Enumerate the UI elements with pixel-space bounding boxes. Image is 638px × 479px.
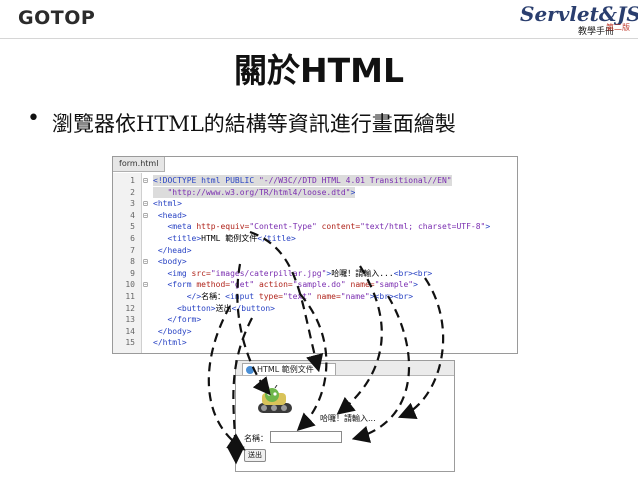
- code-text: </html>: [153, 338, 187, 348]
- line-number: 9: [130, 268, 135, 278]
- line-number: 13: [125, 315, 135, 325]
- line-number: 7: [130, 245, 135, 255]
- code-line: 15 </html>: [113, 337, 515, 348]
- browser-tab[interactable]: HTML 範例文件: [242, 363, 336, 375]
- code-line: 5 <meta http-equiv="Content-Type" conten…: [113, 221, 515, 232]
- caterpillar-image: [258, 385, 292, 413]
- code-text: </body>: [157, 326, 192, 336]
- fold-toggle-icon[interactable]: ⊟: [143, 279, 148, 290]
- code-line: 11 </>名稱：<input type="text" name="name">…: [113, 291, 515, 302]
- editor-tab[interactable]: form.html: [113, 157, 166, 172]
- book-logo: Servlet&JSP 教學手冊 第二版: [520, 2, 638, 37]
- page-icon: [246, 366, 254, 374]
- browser-tab-label: HTML 範例文件: [257, 365, 314, 374]
- fold-toggle-icon[interactable]: ⊟: [143, 175, 148, 186]
- code-text: <form method="get" action="sample.do" na…: [167, 280, 418, 290]
- line-number: 15: [125, 338, 135, 348]
- browser-tab-bar: HTML 範例文件: [236, 361, 454, 376]
- code-line: 13 </form>: [113, 314, 515, 325]
- code-line: 3 ⊟ <html>: [113, 198, 515, 209]
- fold-toggle-icon[interactable]: ⊟: [143, 198, 148, 209]
- name-label: 名稱：: [244, 434, 268, 443]
- book-logo-edition: 第二版: [606, 23, 630, 32]
- line-number: 4: [130, 210, 135, 220]
- slide-title: 關於HTML: [234, 51, 404, 90]
- code-line: 8 ⊟ <body>: [113, 256, 515, 267]
- line-number: 1: [130, 176, 135, 185]
- line-number: 12: [125, 303, 135, 313]
- line-number: 3: [130, 199, 135, 209]
- line-number: 10: [125, 280, 135, 290]
- code-line: 6 <title>HTML 範例文件</title>: [113, 233, 515, 244]
- code-line: 12 <button>送出</button>: [113, 303, 515, 314]
- code-line: 14 </body>: [113, 326, 515, 337]
- code-text: <button>送出</button>: [177, 303, 275, 313]
- code-line: 9 <img src="images/caterpillar.jpg">哈囉！請…: [113, 268, 515, 279]
- fold-toggle-icon[interactable]: ⊟: [143, 256, 148, 267]
- line-number: 2: [130, 187, 135, 197]
- code-text: <html>: [153, 199, 182, 209]
- code-text: <body>: [157, 257, 187, 267]
- code-line: 2 "http://www.w3.org/TR/html4/loose.dtd"…: [113, 186, 515, 198]
- code-line: 4 ⊟ <head>: [113, 210, 515, 221]
- code-text: <title>HTML 範例文件</title>: [167, 234, 296, 243]
- code-text: </>名稱：<input type="text" name="name"><br…: [186, 292, 414, 301]
- line-number: 5: [130, 222, 135, 232]
- browser-preview: HTML 範例文件 哈囉！請輸入... 名稱： 送出: [235, 360, 455, 472]
- name-input[interactable]: [270, 431, 342, 443]
- slide-header: GOTOP Servlet&JSP 教學手冊 第二版: [0, 0, 638, 39]
- line-number: 6: [130, 234, 135, 243]
- code-text: "http://www.w3.org/TR/html4/loose.dtd">: [153, 186, 356, 198]
- code-text: <img src="images/caterpillar.jpg">哈囉！請輸入…: [167, 268, 433, 278]
- bullet-text: 瀏覽器依HTML的結構等資訊進行畫面繪製: [52, 112, 456, 136]
- code-text: <head>: [157, 210, 187, 220]
- code-line: 1 ⊟ <!DOCTYPE html PUBLIC "-//W3C//DTD HTM…: [113, 175, 515, 186]
- welcome-text: 哈囉！請輸入...: [320, 414, 376, 423]
- bullet-dot: •: [27, 106, 40, 131]
- code-text: <meta http-equiv="Content-Type" content=…: [167, 222, 491, 232]
- line-number: 8: [130, 257, 135, 267]
- gotop-logo: GOTOP: [18, 7, 96, 29]
- editor-body[interactable]: 1 ⊟ <!DOCTYPE html PUBLIC "-//W3C//DTD HTM…: [113, 173, 517, 353]
- submit-button[interactable]: 送出: [244, 449, 266, 462]
- fold-toggle-icon[interactable]: ⊟: [143, 210, 148, 221]
- code-line: 10 ⊟ <form method="get" action="sample.do…: [113, 279, 515, 290]
- code-text: </form>: [167, 315, 202, 325]
- code-editor: form.html 1 ⊟ <!DOCTYPE html PUBLIC "-//W3…: [112, 156, 518, 354]
- line-number: 14: [125, 326, 135, 336]
- code-text: <!DOCTYPE html PUBLIC "-//W3C//DTD HTML …: [153, 175, 452, 186]
- code-text: </head>: [157, 245, 192, 255]
- line-number: 11: [125, 292, 135, 301]
- code-line: 7 </head>: [113, 245, 515, 256]
